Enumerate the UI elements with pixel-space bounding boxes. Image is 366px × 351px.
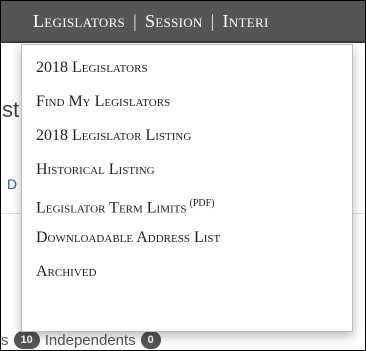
dropdown-list: 2018 Legislators Find My Legislators 201… <box>22 45 352 289</box>
legislators-dropdown-menu: 2018 Legislators Find My Legislators 201… <box>21 44 353 332</box>
menu-item-label: 2018 Legislator Listing <box>36 127 192 144</box>
page-link-fragment[interactable]: D <box>7 176 17 192</box>
menu-item-2018-legislators[interactable]: 2018 Legislators <box>22 51 352 85</box>
menu-item-label: Downloadable Address List <box>36 229 221 246</box>
top-nav-bar: Legislators | Session | Interi <box>1 1 365 43</box>
nav-session[interactable]: Session <box>139 11 209 32</box>
menu-item-historical-listing[interactable]: Historical Listing <box>22 153 352 187</box>
pdf-indicator: (PDF) <box>189 198 215 209</box>
menu-item-label: Archived <box>36 263 97 280</box>
screenshot-frame: st D s 10 Independents 0 Legislators | S… <box>0 0 366 351</box>
menu-item-label: Find My Legislators <box>36 93 171 110</box>
prev-party-suffix: s <box>1 331 9 349</box>
menu-item-downloadable-address-list[interactable]: Downloadable Address List <box>22 221 352 255</box>
page-heading-fragment: st <box>2 97 20 122</box>
independents-count-badge: 0 <box>140 331 161 349</box>
menu-item-archived[interactable]: Archived <box>22 255 352 289</box>
menu-item-label: Historical Listing <box>36 161 155 178</box>
menu-item-label: 2018 Legislators <box>36 59 148 76</box>
nav-interim[interactable]: Interi <box>217 11 275 32</box>
prev-party-count-badge: 10 <box>13 331 40 349</box>
party-counts: s 10 Independents 0 <box>1 331 166 349</box>
nav-legislators[interactable]: Legislators <box>1 11 131 32</box>
menu-item-2018-legislator-listing[interactable]: 2018 Legislator Listing <box>22 119 352 153</box>
nav-separator: | <box>133 10 137 31</box>
nav-separator: | <box>210 10 215 31</box>
menu-item-term-limits-pdf[interactable]: Legislator Term Limits (PDF) <box>22 187 352 221</box>
menu-item-find-my-legislators[interactable]: Find My Legislators <box>22 85 352 119</box>
independents-label: Independents <box>44 331 136 349</box>
menu-item-label: Legislator Term Limits <box>36 199 187 217</box>
